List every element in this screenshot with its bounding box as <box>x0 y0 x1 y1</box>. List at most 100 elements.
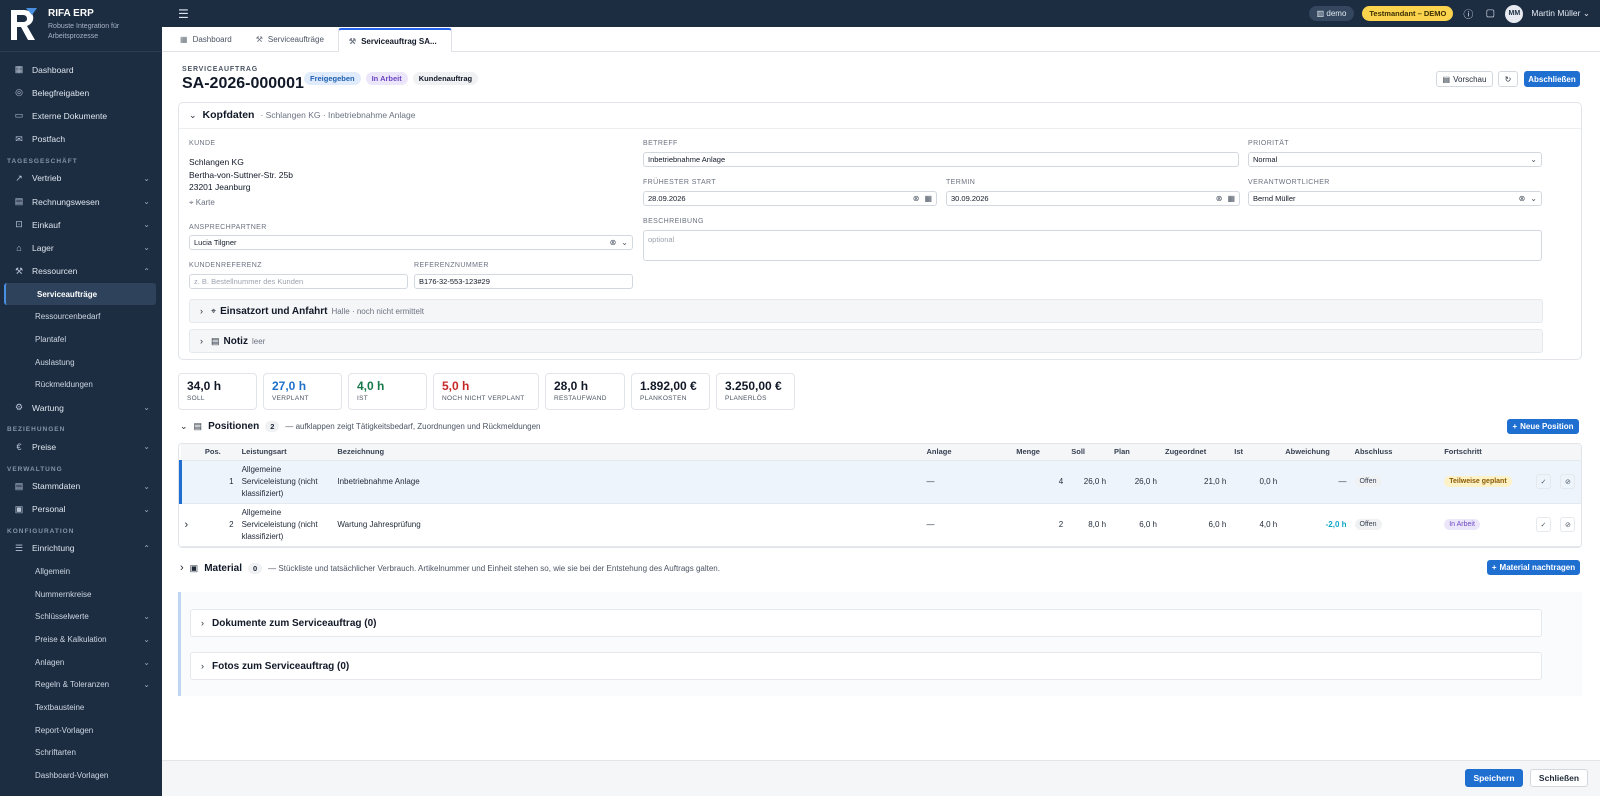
chevron-down-icon[interactable]: ⌄ <box>621 238 628 247</box>
col-abschluss[interactable]: Abschluss <box>1350 444 1441 461</box>
nav-ressourcenbedarf[interactable]: Ressourcenbedarf <box>0 305 162 328</box>
input-value: 30.09.2026 <box>951 194 989 203</box>
nav-belegfreigaben[interactable]: ◎ Belegfreigaben <box>0 81 162 104</box>
einsatzort-section[interactable]: › ⌖ Einsatzort und Anfahrt Halle · noch … <box>189 299 1543 323</box>
nav-dashboard-vorlagen[interactable]: Dashboard-Vorlagen <box>0 764 162 787</box>
nav-postfach[interactable]: ✉ Postfach <box>0 128 162 151</box>
chevron-down-icon: ⌄ <box>143 504 150 514</box>
user-menu[interactable]: Martin Müller ⌄ <box>1531 8 1590 19</box>
app-logo[interactable]: RIFA ERP Robuste Integration für Arbeits… <box>0 0 162 52</box>
chevron-right-icon[interactable]: › <box>180 562 184 574</box>
clear-icon[interactable]: ⊗ <box>1216 194 1223 203</box>
col-menge[interactable]: Menge <box>1012 444 1068 461</box>
cancel-row-button[interactable]: ⊘ <box>1560 517 1576 532</box>
nav-regeln-toleranzen[interactable]: Regeln & Toleranzen ⌄ <box>0 674 162 697</box>
close-button[interactable]: Schließen <box>1530 769 1588 787</box>
preview-button[interactable]: ▤ Vorschau <box>1436 71 1493 87</box>
col-abweichung[interactable]: Abweichung <box>1281 444 1351 461</box>
nav-preise-kalkulation[interactable]: Preise & Kalkulation ⌄ <box>0 628 162 651</box>
prioritaet-select[interactable]: Normal ⌄ <box>1248 152 1542 167</box>
clear-icon[interactable]: ⊗ <box>913 194 920 203</box>
nav-einkauf[interactable]: ⊡ Einkauf ⌄ <box>0 213 162 236</box>
clear-icon[interactable]: ⊗ <box>1519 194 1526 203</box>
nav-einrichtung[interactable]: ☰ Einrichtung ⌃ <box>0 537 162 560</box>
beschreibung-textarea[interactable]: optional <box>643 230 1542 261</box>
nav-schluesselwerte[interactable]: Schlüsselwerte ⌄ <box>0 605 162 628</box>
termin-date-input[interactable]: 30.09.2026 ⊗ ▦ <box>946 191 1240 206</box>
kundenreferenz-input[interactable]: z. B. Bestellnummer des Kunden <box>189 274 408 289</box>
cancel-row-button[interactable]: ⊘ <box>1560 474 1576 489</box>
chevron-down-icon: ⌄ <box>143 680 150 690</box>
section-hint: — Stückliste und tatsächlicher Verbrauch… <box>268 563 720 573</box>
nav-auslastung[interactable]: Auslastung <box>0 351 162 374</box>
col-soll[interactable]: Soll <box>1067 444 1111 461</box>
nav-plantafel[interactable]: Plantafel <box>0 328 162 351</box>
chevron-down-icon[interactable]: ⌄ <box>180 421 188 432</box>
dokumente-section[interactable]: › Dokumente zum Serviceauftrag (0) <box>190 609 1542 637</box>
fotos-section[interactable]: › Fotos zum Serviceauftrag (0) <box>190 652 1542 680</box>
nav-report-vorlagen[interactable]: Report-Vorlagen <box>0 719 162 742</box>
new-position-button[interactable]: + Neue Position <box>1507 419 1579 434</box>
nav-textbausteine[interactable]: Textbausteine <box>0 696 162 719</box>
nav-lager[interactable]: ⌂ Lager ⌄ <box>0 236 162 259</box>
nav-vertrieb[interactable]: ↗ Vertrieb ⌄ <box>0 167 162 190</box>
col-plan[interactable]: Plan <box>1110 444 1161 461</box>
col-zugeordnet[interactable]: Zugeordnet <box>1160 444 1231 461</box>
help-icon[interactable]: ⓘ <box>1461 6 1475 21</box>
table-row[interactable]: › 2 Allgemeine Serviceleistung (nicht kl… <box>180 503 1581 547</box>
nav-serviceauftraege[interactable]: Serviceaufträge <box>4 282 156 306</box>
positionen-header: ⌄ ▤ Positionen 2 — aufklappen zeigt Täti… <box>180 421 541 432</box>
tab-serviceauftraege[interactable]: ⚒ Serviceaufträge <box>246 28 338 51</box>
menu-icon[interactable]: ☰ <box>172 7 192 21</box>
betreff-input[interactable]: Inbetriebnahme Anlage <box>643 152 1239 167</box>
calendar-icon[interactable]: ▦ <box>924 194 932 203</box>
nav-externe-dokumente[interactable]: ▭ Externe Dokumente <box>0 104 162 127</box>
complete-row-button[interactable]: ✓ <box>1535 474 1551 489</box>
nav-allgemein[interactable]: Allgemein <box>0 560 162 583</box>
nav-nummernkreise[interactable]: Nummernkreise <box>0 583 162 606</box>
close-order-button[interactable]: Abschließen <box>1524 71 1580 87</box>
clear-icon[interactable]: ⊗ <box>610 238 617 247</box>
table-row[interactable]: 1 Allgemeine Serviceleistung (nicht klas… <box>179 460 1581 504</box>
verantwortlicher-select[interactable]: Bernd Müller ⊗ ⌄ <box>1248 191 1542 206</box>
col-bezeichnung[interactable]: Bezeichnung <box>333 444 923 461</box>
save-button[interactable]: Speichern <box>1465 769 1523 787</box>
tenant-switcher[interactable]: ▥ demo <box>1308 6 1355 21</box>
avatar[interactable]: MM <box>1505 4 1524 23</box>
ansprechpartner-select[interactable]: Lucia Tilgner ⊗ ⌄ <box>189 235 633 250</box>
nav-stammdaten[interactable]: ▤ Stammdaten ⌄ <box>0 475 162 498</box>
nav-personal[interactable]: ▣ Personal ⌄ <box>0 498 162 521</box>
nav-wartung[interactable]: ⚙ Wartung ⌄ <box>0 396 162 419</box>
row-expand[interactable]: › <box>180 503 201 547</box>
block-icon: ⊘ <box>1564 521 1571 529</box>
nav-preise[interactable]: € Preise ⌄ <box>0 435 162 458</box>
col-ist[interactable]: Ist <box>1230 444 1282 461</box>
map-link[interactable]: ⌖ Karte <box>189 198 215 208</box>
tab-serviceauftrag-detail[interactable]: ⚒ Serviceauftrag SA... <box>337 28 452 52</box>
kpi-value: 27,0 h <box>272 379 307 393</box>
feedback-icon[interactable]: ▢ <box>1483 8 1497 19</box>
cell-plan: 6,0 h <box>1110 503 1161 547</box>
refresh-button[interactable]: ↻ <box>1498 71 1518 87</box>
referenznummer-input[interactable]: B176-32-553-123#29 <box>414 274 633 289</box>
nav-schriftarten[interactable]: Schriftarten <box>0 742 162 765</box>
col-anlage[interactable]: Anlage <box>922 444 1013 461</box>
col-pos[interactable]: Pos. <box>200 444 238 461</box>
nav-rechnungswesen[interactable]: ▤ Rechnungswesen ⌄ <box>0 190 162 213</box>
add-material-button[interactable]: + Material nachtragen <box>1487 560 1580 575</box>
nav-ressourcen[interactable]: ⚒ Ressourcen ⌃ <box>0 260 162 283</box>
notiz-section[interactable]: › ▤ Notiz leer <box>189 329 1543 353</box>
chevron-down-icon[interactable]: ⌄ <box>1530 194 1537 203</box>
tab-dashboard[interactable]: ▦ Dashboard <box>170 28 246 51</box>
col-fortschritt[interactable]: Fortschritt <box>1440 444 1532 461</box>
complete-row-button[interactable]: ✓ <box>1535 517 1551 532</box>
start-date-input[interactable]: 28.09.2026 ⊗ ▦ <box>643 191 937 206</box>
nav-anlagen[interactable]: Anlagen ⌄ <box>0 651 162 674</box>
mandant-badge[interactable]: Testmandant – DEMO <box>1362 6 1454 21</box>
nav-rueckmeldungen[interactable]: Rückmeldungen <box>0 373 162 396</box>
calendar-icon[interactable]: ▦ <box>1227 194 1235 203</box>
col-leistungsart[interactable]: Leistungsart <box>237 444 334 461</box>
kopfdaten-toggle[interactable]: ⌄ Kopfdaten · Schlangen KG · Inbetriebna… <box>189 109 415 121</box>
kopfdaten-card: ⌄ Kopfdaten · Schlangen KG · Inbetriebna… <box>178 102 1582 360</box>
nav-dashboard[interactable]: ▦ Dashboard <box>0 58 162 81</box>
